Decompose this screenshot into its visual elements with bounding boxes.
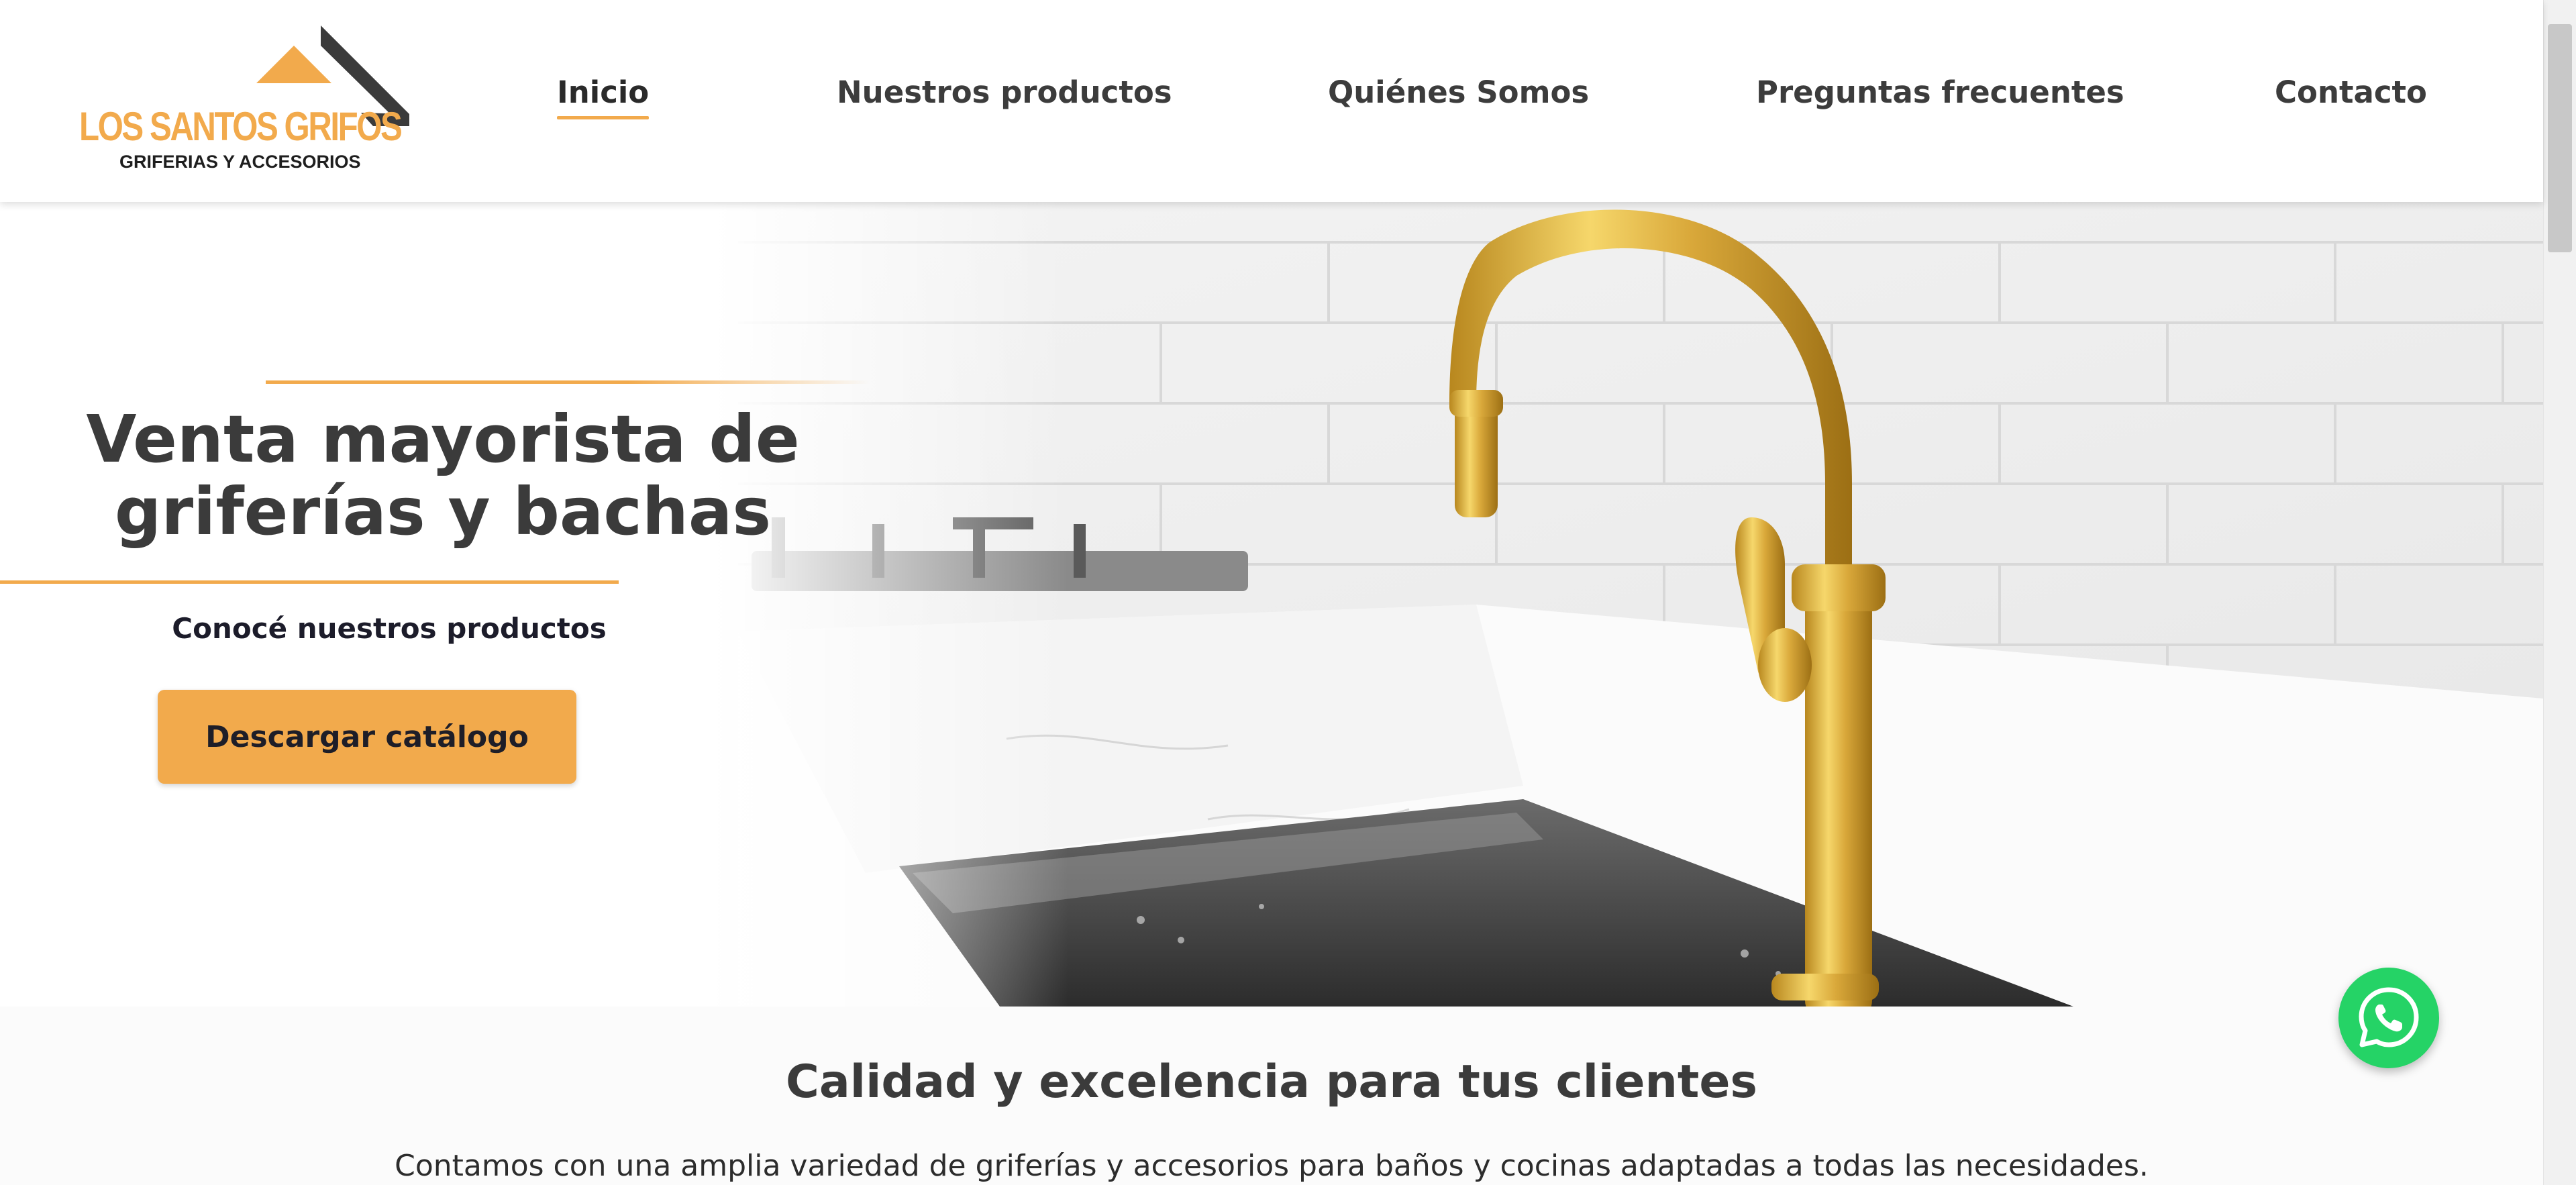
hero-title-line2: griferías y bachas	[114, 474, 772, 550]
nav-item-preguntas-frecuentes[interactable]: Preguntas frecuentes	[1756, 74, 2124, 110]
whatsapp-icon	[2359, 987, 2419, 1047]
hero-section: Venta mayorista de griferías y bachas Co…	[0, 202, 2543, 1007]
hero-image	[0, 202, 2543, 1007]
nav-item-contacto[interactable]: Contacto	[2275, 74, 2427, 110]
nav-item-label: Preguntas frecuentes	[1756, 74, 2124, 110]
nav-item-label: Quiénes Somos	[1328, 74, 1590, 110]
download-catalog-button[interactable]: Descargar catálogo	[158, 690, 576, 784]
section-title: Calidad y excelencia para tus clientes	[785, 1055, 1758, 1109]
nav-item-label: Nuestros productos	[837, 74, 1172, 110]
nav-item-label: Inicio	[557, 74, 650, 110]
active-nav-underline	[557, 116, 650, 119]
hero-accent-line-top	[266, 380, 870, 384]
site-header: LOS SANTOS GRIFOS Griferias y accesorios…	[0, 0, 2543, 202]
scrollbar-thumb[interactable]	[2548, 24, 2572, 252]
whatsapp-button[interactable]	[2338, 968, 2439, 1068]
hero-accent-line-bottom	[0, 580, 619, 584]
page-scrollbar[interactable]	[2543, 0, 2576, 1185]
hero-subtitle: Conocé nuestros productos	[172, 612, 607, 645]
main-nav: Inicio Nuestros productos Quiénes Somos …	[0, 0, 2543, 202]
hero-title-line1: Venta mayorista de	[86, 401, 800, 477]
nav-item-label: Contacto	[2275, 74, 2427, 110]
nav-item-inicio[interactable]: Inicio	[557, 74, 650, 119]
page: LOS SANTOS GRIFOS Griferias y accesorios…	[0, 0, 2576, 1185]
nav-item-nuestros-productos[interactable]: Nuestros productos	[837, 74, 1172, 110]
hero-title: Venta mayorista de griferías y bachas	[40, 403, 845, 548]
section-text: Contamos con una amplia variedad de grif…	[395, 1149, 2149, 1183]
nav-item-quienes-somos[interactable]: Quiénes Somos	[1328, 74, 1589, 110]
